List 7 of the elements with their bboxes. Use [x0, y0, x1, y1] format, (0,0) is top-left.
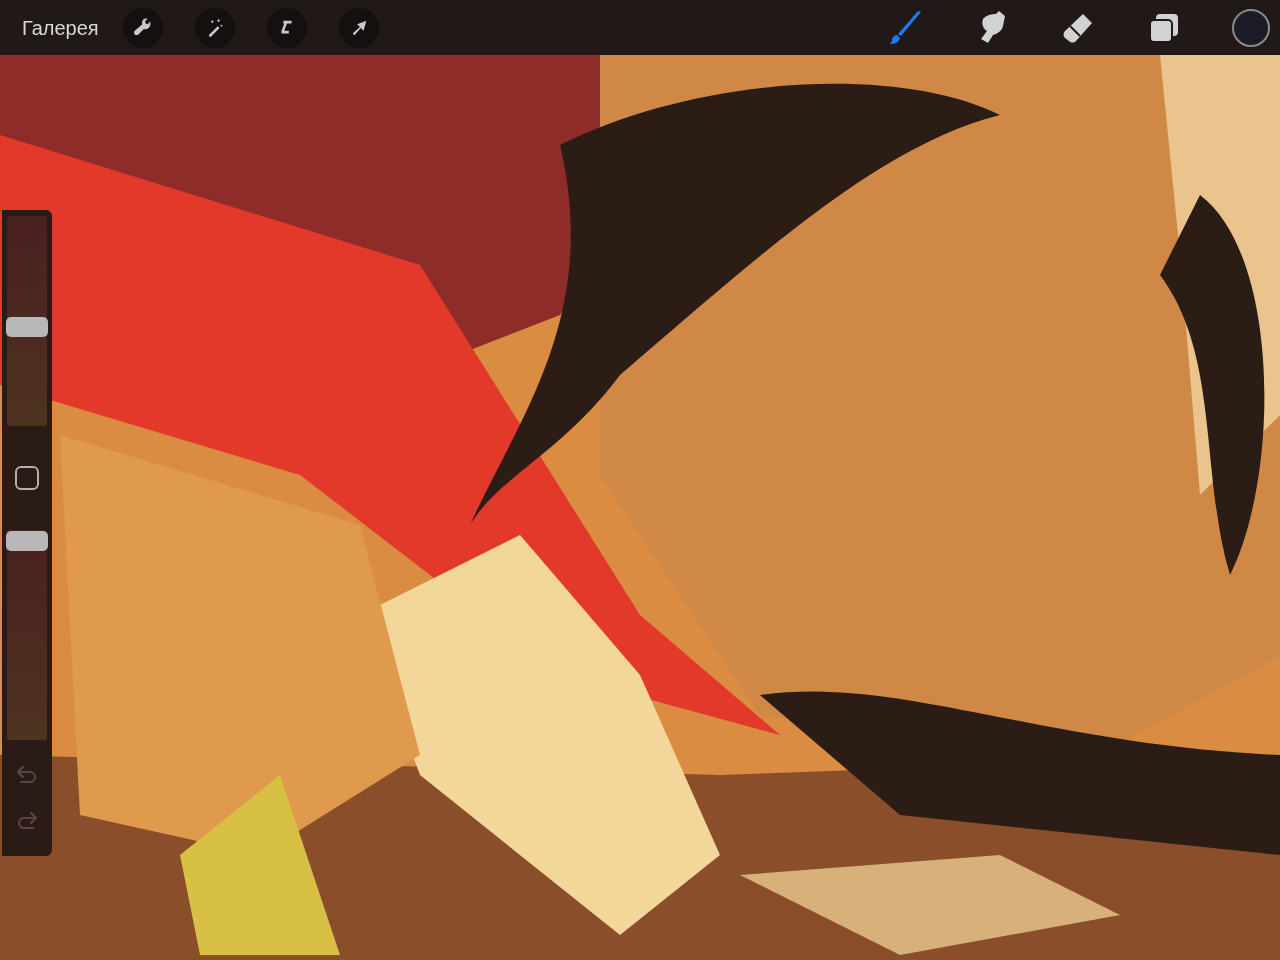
- brush-size-slider[interactable]: [7, 216, 47, 426]
- color-button[interactable]: [1232, 8, 1270, 47]
- gallery-button[interactable]: Галерея: [22, 12, 99, 43]
- slider-thumb[interactable]: [6, 317, 48, 338]
- slider-thumb[interactable]: [6, 530, 48, 551]
- modify-button[interactable]: [15, 466, 39, 490]
- opacity-slider[interactable]: [7, 530, 47, 740]
